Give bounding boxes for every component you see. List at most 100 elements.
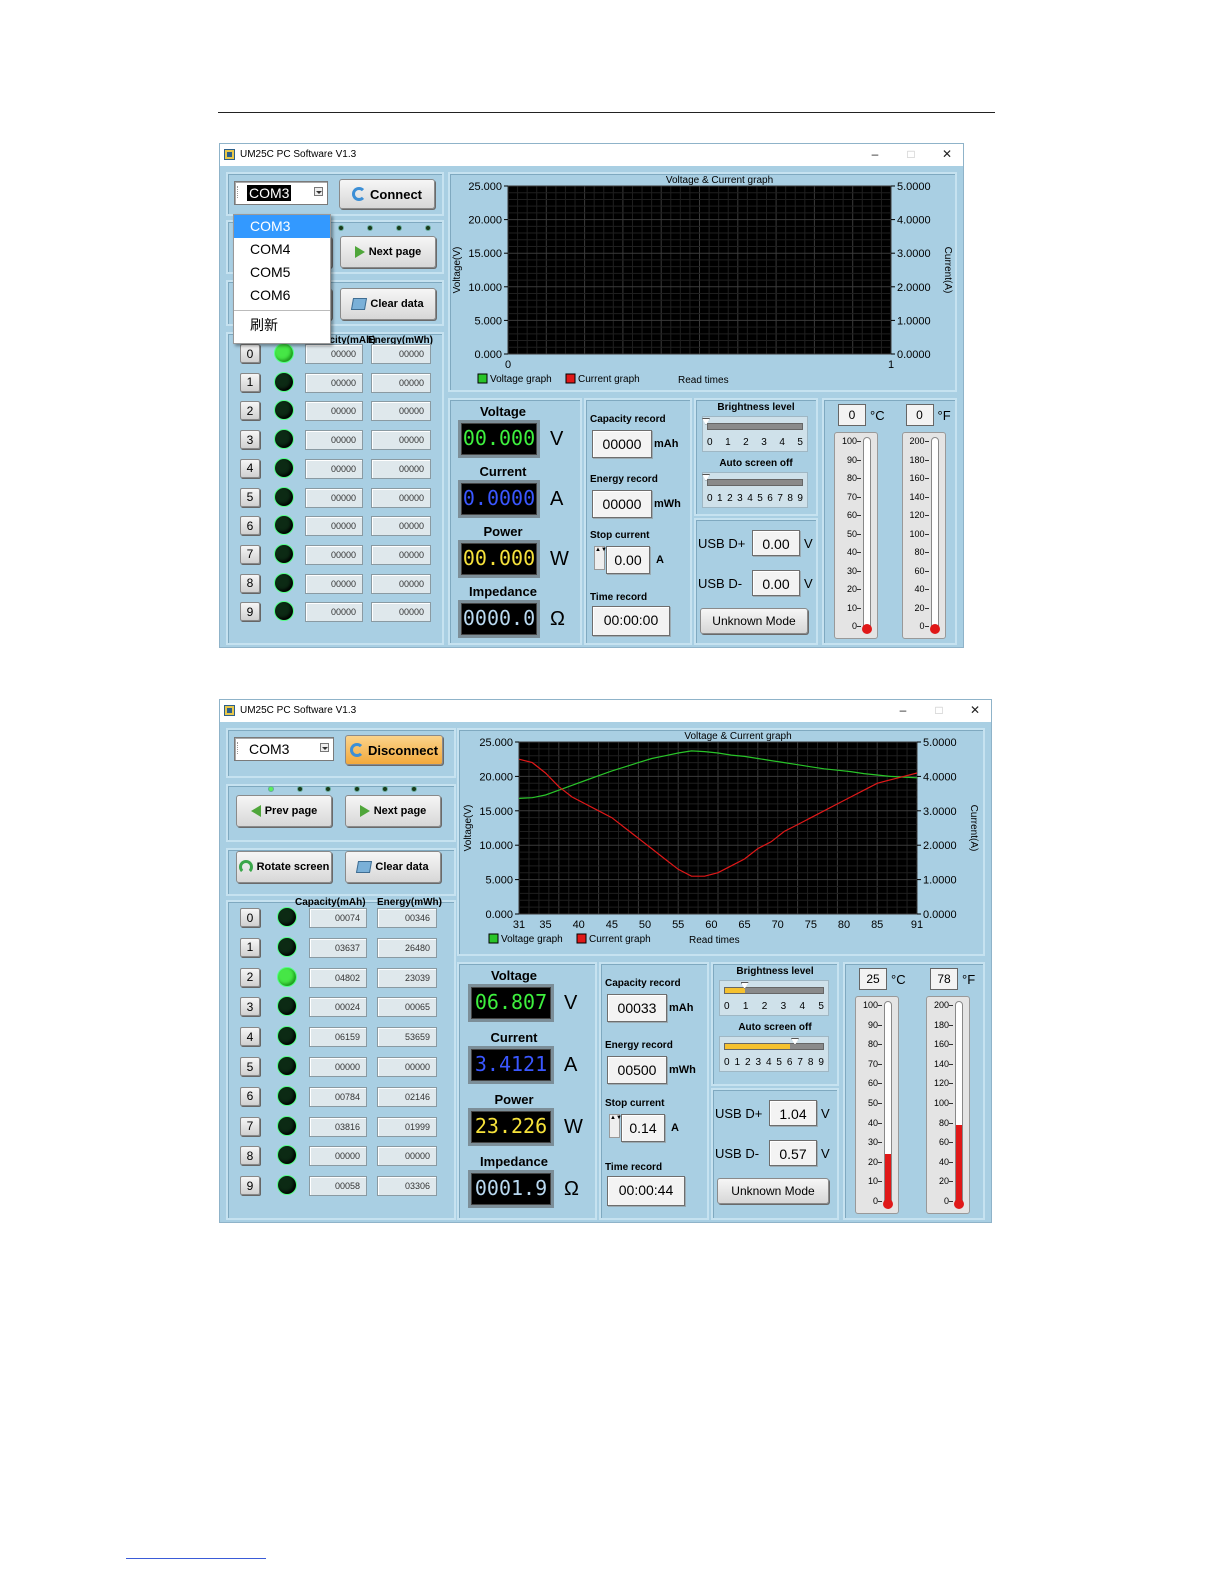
celsius-tick [857,589,861,590]
stop-current-spinner[interactable]: ▲▼ [594,546,607,570]
group-status-led [277,936,297,957]
capacity-cell: 00000 [305,344,363,364]
celsius-tick [878,1122,882,1124]
impedance-label: Impedance [480,1154,548,1169]
group-select-button[interactable]: 7 [240,1116,260,1136]
com-port-select[interactable]: COM3 [234,181,328,205]
clear-data-button[interactable]: Clear data [345,851,441,883]
rotate-screen-button[interactable]: Rotate screen [236,851,332,883]
x-tick-label: 65 [738,919,750,931]
dropdown-option[interactable]: COM6 [234,284,330,307]
clear-data-button[interactable]: Clear data [340,288,436,320]
celsius-tick-label: 0 [872,1196,878,1206]
group-status-led [274,457,294,478]
brightness-slider[interactable]: 0 1 2 3 4 5 [702,416,808,452]
connect-button[interactable]: Connect [339,179,435,209]
fahrenheit-tube [955,1001,963,1205]
group-select-button[interactable]: 8 [240,573,260,593]
usb-dp-value: 0.00 [752,530,800,556]
group-select-button[interactable]: 2 [240,967,260,987]
fahrenheit-tick-label: 140 [909,491,925,502]
group-select-button[interactable]: 8 [240,1146,260,1166]
y-tick-label: 25.000 [479,737,513,749]
page-indicator-dot [268,786,274,792]
stop-current-spinner[interactable]: ▲▼ [609,1114,622,1138]
dropdown-option[interactable]: COM3 [234,215,330,238]
y2-tick-label: 2.0000 [897,282,931,294]
slider-tick-label: 4 [799,1001,806,1012]
group-select-button[interactable]: 6 [240,516,260,536]
slider-tick-label: 3 [755,1057,762,1068]
title-bar: UM25C PC Software V1.3 – □ ✕ [220,144,963,166]
slider-tick-label: 1 [742,1001,749,1012]
chart-title: Voltage & Current graph [684,731,791,742]
dropdown-option[interactable]: 刷新 [234,314,330,337]
slider-tick-label: 5 [797,437,803,448]
energy-cell: 01999 [377,1116,437,1137]
fahrenheit-tick-label: 120 [909,510,925,520]
maximize-icon[interactable]: □ [901,147,921,161]
celsius-mercury [885,1153,891,1204]
minimize-icon[interactable]: – [865,147,885,161]
group-select-button[interactable]: 7 [240,544,260,564]
connect-button[interactable]: Disconnect [345,735,443,765]
celsius-tick-label: 100 [841,436,857,446]
group-select-button[interactable]: 4 [240,1027,260,1047]
group-select-button[interactable]: 0 [240,344,260,363]
prev-page-button[interactable]: Prev page [236,795,332,827]
group-select-button[interactable]: 1 [240,937,260,957]
auto-screen-off-slider[interactable]: 0123456789 [702,472,808,508]
page-indicator-dot [410,786,417,792]
voltage-current-chart: Voltage & Current graph 0.000 5.000 10.000 1… [452,175,953,386]
group-select-button[interactable]: 4 [240,458,260,478]
fahrenheit-tick [924,533,929,535]
page-indicator-dot [396,225,402,231]
group-select-button[interactable]: 3 [240,997,260,1017]
group-select-button[interactable]: 5 [240,487,260,507]
current-legend-label: Current graph [578,374,640,385]
brightness-slider[interactable]: 0 1 2 3 4 5 [719,980,829,1016]
chevron-down-icon[interactable] [314,187,323,196]
y-tick-label: 0.000 [474,349,502,361]
y2-tick-label: 4.0000 [897,215,931,227]
close-icon[interactable]: ✕ [937,147,957,161]
group-select-button[interactable]: 9 [240,602,260,622]
next-page-button[interactable]: Next page [345,795,441,827]
fahrenheit-tick-label: 80 [938,1117,949,1128]
next-page-label: Next page [368,246,422,258]
group-select-button[interactable]: 1 [240,372,260,392]
close-icon[interactable]: ✕ [965,703,985,717]
mode-button[interactable]: Unknown Mode [717,1178,829,1204]
page-indicator-dot [353,786,360,792]
next-page-button[interactable]: Next page [340,236,436,268]
x-tick-label: 55 [672,919,684,931]
chevron-down-icon[interactable] [320,743,329,752]
capacity-cell: 00000 [309,1146,367,1167]
group-select-button[interactable]: 9 [240,1176,260,1196]
celsius-tick [857,533,861,535]
group-select-button[interactable]: 6 [240,1086,260,1106]
energy-header: Energy(mWh) [377,897,442,908]
mode-button[interactable]: Unknown Mode [700,608,808,634]
auto-screen-off-slider[interactable]: 0123456789 [719,1036,829,1072]
group-select-button[interactable]: 0 [240,908,260,927]
celsius-tick [857,626,861,627]
stop-current-value[interactable]: 0.00 [606,546,650,574]
group-select-button[interactable]: 3 [240,430,260,450]
com-port-select[interactable]: COM3 [234,737,334,761]
dropdown-option[interactable]: COM4 [234,238,330,261]
dropdown-option[interactable]: COM5 [234,261,330,284]
fahrenheit-tick [949,1005,953,1006]
minimize-icon[interactable]: – [893,703,913,717]
celsius-tick [857,570,861,572]
voltage-current-chart: Voltage & Current graph 0.000 5.000 10.000 1… [463,731,979,946]
maximize-icon[interactable]: □ [929,703,949,717]
fahrenheit-tick-label: 200 [909,436,925,446]
slider-tick-label: 4 [747,493,753,504]
energy-cell: 02146 [377,1086,437,1107]
celsius-tube [884,1001,892,1205]
group-select-button[interactable]: 2 [240,401,260,421]
group-select-button[interactable]: 5 [240,1057,260,1076]
combo-grip [237,186,243,198]
stop-current-value[interactable]: 0.14 [621,1114,665,1142]
